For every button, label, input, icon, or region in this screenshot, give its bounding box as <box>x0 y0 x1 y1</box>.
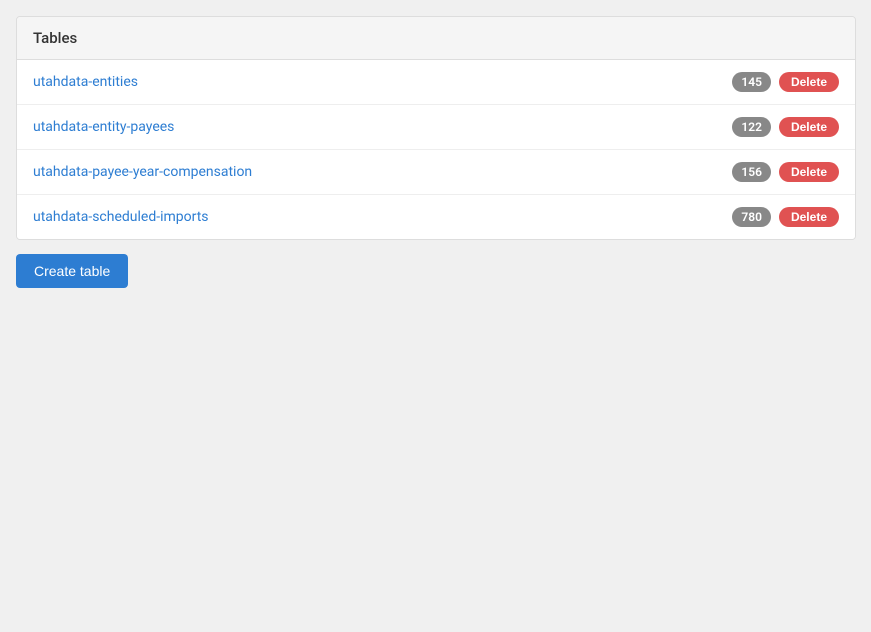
delete-button[interactable]: Delete <box>779 117 839 137</box>
delete-button[interactable]: Delete <box>779 72 839 92</box>
page-container: Tables utahdata-entities145Deleteutahdat… <box>0 0 871 632</box>
row-right: 145 Delete <box>732 72 839 92</box>
tables-list: utahdata-entities145Deleteutahdata-entit… <box>17 60 855 239</box>
count-badge: 122 <box>732 117 771 137</box>
delete-button[interactable]: Delete <box>779 162 839 182</box>
panel-header: Tables <box>17 17 855 60</box>
table-row: utahdata-entities 145 Delete <box>17 60 855 105</box>
create-table-button[interactable]: Create table <box>16 254 128 288</box>
delete-button[interactable]: Delete <box>779 207 839 227</box>
panel-title: Tables <box>33 29 77 47</box>
table-name-link[interactable]: utahdata-scheduled-imports <box>33 209 209 225</box>
count-badge: 145 <box>732 72 771 92</box>
tables-panel: Tables utahdata-entities145Deleteutahdat… <box>16 16 856 240</box>
table-row: utahdata-payee-year-compensation 156 Delet… <box>17 150 855 195</box>
table-row: utahdata-scheduled-imports 780 Delete <box>17 195 855 239</box>
row-right: 122 Delete <box>732 117 839 137</box>
count-badge: 780 <box>732 207 771 227</box>
table-name-link[interactable]: utahdata-entities <box>33 74 138 90</box>
table-row: utahdata-entity-payees 122 Delete <box>17 105 855 150</box>
row-right: 156 Delete <box>732 162 839 182</box>
count-badge: 156 <box>732 162 771 182</box>
row-right: 780 Delete <box>732 207 839 227</box>
table-name-link[interactable]: utahdata-entity-payees <box>33 119 174 135</box>
table-name-link[interactable]: utahdata-payee-year-compensation <box>33 164 252 180</box>
